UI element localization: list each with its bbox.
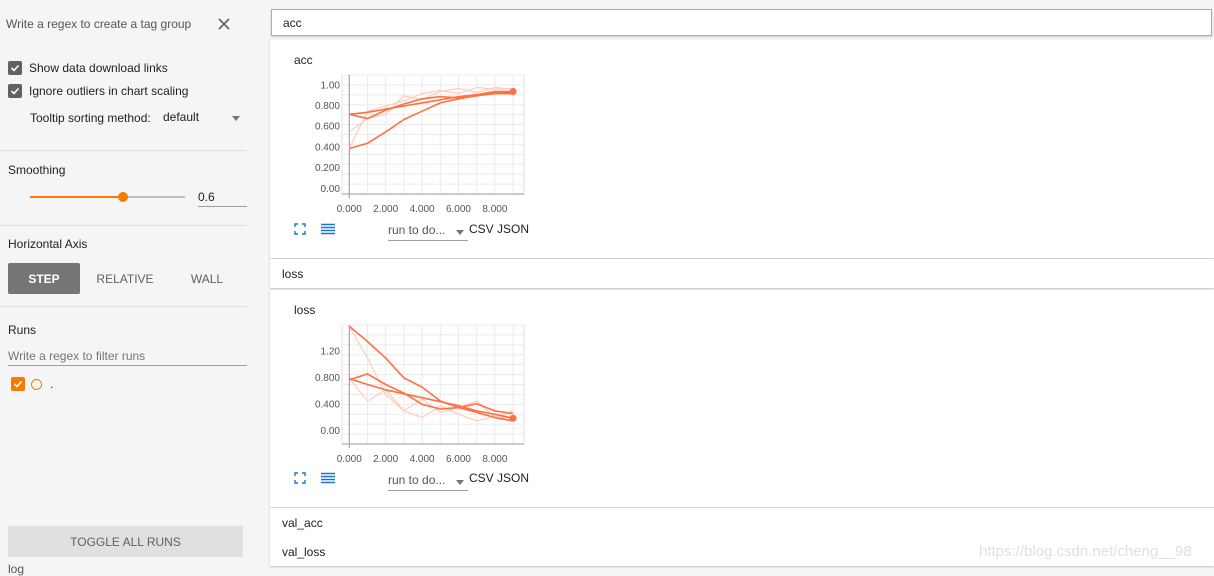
category-header-val-acc[interactable]: val_acc: [270, 508, 1214, 537]
x-tick-label: 2.000: [373, 454, 398, 465]
divider: [0, 150, 247, 151]
watermark: https://blog.csdn.net/cheng__98: [979, 543, 1192, 560]
x-tick-label: 4.000: [410, 454, 435, 465]
run-name: .: [50, 377, 54, 391]
category-header-loss[interactable]: loss: [270, 259, 1214, 288]
horizontal-axis-title: Horizontal Axis: [8, 237, 88, 251]
slider-fill: [30, 196, 123, 198]
category-name: val_acc: [282, 516, 323, 530]
show-download-links-label: Show data download links: [29, 61, 168, 75]
csv-link[interactable]: CSV: [469, 471, 494, 485]
x-tick-label: 2.000: [373, 204, 398, 215]
main-content: acc acc 0.00 0.200 0.400 0.600 0.800 1.00 0.00…: [270, 0, 1214, 570]
fullscreen-icon[interactable]: [294, 472, 306, 484]
y-tick-label: 0.600: [315, 122, 340, 133]
acc-chart[interactable]: 0.00 0.200 0.400 0.600 0.800 1.00 0.000 2.000 4.…: [292, 68, 532, 216]
smoothing-value-input[interactable]: [198, 188, 247, 207]
checkmark-icon[interactable]: [11, 377, 25, 391]
log-dir-text: log: [8, 562, 25, 576]
category-name: val_loss: [282, 545, 326, 559]
sidebar: Write a regex to create a tag group Show…: [0, 0, 255, 576]
checkmark-icon: [8, 84, 22, 98]
x-tick-label: 4.000: [410, 204, 435, 215]
runs-filter-input[interactable]: [8, 347, 247, 366]
divider: [0, 306, 247, 307]
smoothing-title: Smoothing: [8, 163, 66, 177]
y-tick-label: 0.00: [321, 426, 341, 437]
run-item[interactable]: .: [11, 377, 53, 391]
x-tick-label: 6.000: [446, 204, 471, 215]
divider: [0, 225, 247, 226]
tooltip-sorting-label: Tooltip sorting method:: [30, 111, 151, 125]
run-download-select[interactable]: run to do...: [388, 223, 468, 241]
loss-chart[interactable]: 0.00 0.400 0.800 1.20 0.000 2.000 4.000 6.000 8.…: [292, 318, 532, 466]
y-tick-label: 0.400: [315, 399, 340, 410]
y-tick-label: 1.00: [321, 80, 341, 91]
axis-wall-button[interactable]: WALL: [170, 263, 244, 294]
ignore-outliers-label: Ignore outliers in chart scaling: [29, 84, 189, 98]
close-icon[interactable]: [216, 16, 232, 32]
chevron-down-icon: [456, 480, 464, 485]
loss-panel: loss 0.00 0.400 0.800 1.20 0.000 2.000 4.000 6.…: [270, 290, 1214, 507]
y-tick-label: 0.400: [315, 142, 340, 153]
y-tick-label: 0.00: [321, 184, 341, 195]
x-tick-label: 0.000: [337, 204, 362, 215]
x-tick-label: 8.000: [482, 454, 507, 465]
axis-step-button[interactable]: STEP: [8, 263, 80, 294]
tag-filter-input[interactable]: acc: [271, 9, 1212, 36]
chart-title: acc: [294, 53, 313, 67]
x-tick-label: 0.000: [337, 454, 362, 465]
fullscreen-icon[interactable]: [294, 223, 306, 235]
list-icon[interactable]: [321, 472, 335, 484]
show-download-links-checkbox[interactable]: Show data download links: [8, 61, 168, 75]
chart-title: loss: [294, 303, 316, 317]
tag-regex-input[interactable]: Write a regex to create a tag group: [6, 17, 191, 31]
y-tick-label: 1.20: [321, 346, 341, 357]
tooltip-sorting-select[interactable]: default: [163, 110, 199, 124]
slider-thumb[interactable]: [118, 192, 128, 202]
checkmark-icon: [8, 61, 22, 75]
x-tick-label: 8.000: [482, 204, 507, 215]
y-tick-label: 0.800: [315, 101, 340, 112]
runs-title: Runs: [8, 323, 37, 337]
chevron-down-icon: [456, 230, 464, 235]
run-color-circle-icon: [31, 378, 42, 390]
y-tick-label: 0.800: [315, 373, 340, 384]
series-end-point: [509, 88, 517, 96]
toggle-all-runs-button[interactable]: TOGGLE ALL RUNS: [8, 526, 243, 557]
list-icon[interactable]: [321, 223, 335, 235]
category-name: loss: [282, 267, 304, 281]
run-download-select-label: run to do...: [388, 223, 446, 237]
chevron-down-icon[interactable]: [232, 116, 240, 121]
run-download-select-label: run to do...: [388, 473, 446, 487]
ignore-outliers-checkbox[interactable]: Ignore outliers in chart scaling: [8, 84, 188, 98]
acc-panel: acc 0.00 0.200 0.400 0.600 0.800 1.00 0.000 2.0…: [270, 40, 1214, 258]
json-link[interactable]: JSON: [497, 222, 529, 236]
series-end-point: [509, 414, 517, 422]
smoothing-slider[interactable]: [30, 192, 185, 202]
json-link[interactable]: JSON: [497, 471, 529, 485]
axis-relative-button[interactable]: RELATIVE: [88, 263, 162, 294]
x-tick-label: 6.000: [446, 454, 471, 465]
run-download-select[interactable]: run to do...: [388, 473, 468, 491]
tag-filter-value: acc: [283, 16, 302, 30]
y-tick-label: 0.200: [315, 163, 340, 174]
csv-link[interactable]: CSV: [469, 222, 494, 236]
